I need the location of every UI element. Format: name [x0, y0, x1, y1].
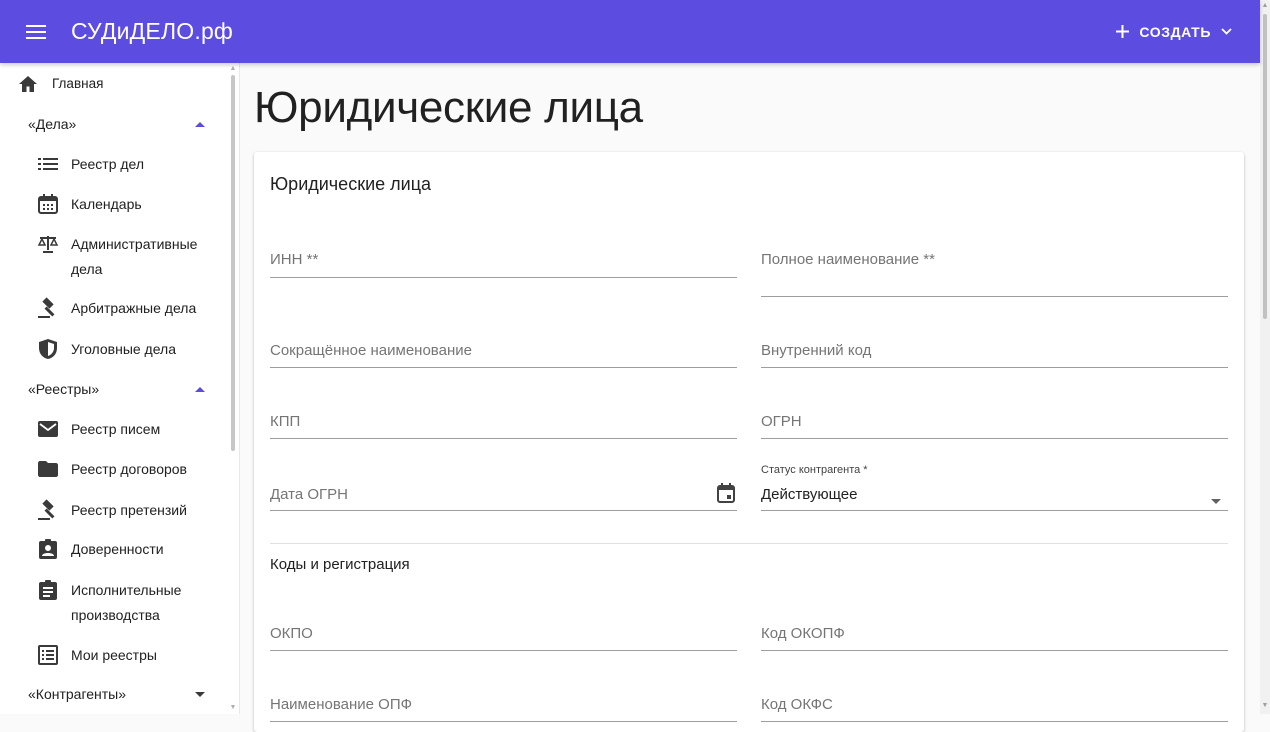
sidebar-group-registries[interactable]: «Реестры» — [0, 369, 228, 409]
sidebar-item-label-line1: Исполнительные — [71, 582, 182, 598]
gavel-icon — [37, 297, 59, 319]
gavel-icon — [37, 499, 59, 521]
sidebar-item-case-registry[interactable]: Реестр дел — [0, 152, 228, 177]
ogrn-date-field[interactable]: Дата ОГРН — [270, 462, 737, 511]
dropdown-arrow-icon[interactable] — [1210, 492, 1222, 510]
sidebar-item-administrative[interactable]: Административные дела — [0, 232, 228, 282]
mail-icon — [37, 418, 59, 440]
okfs-code-placeholder: Код ОКФС — [761, 696, 833, 713]
sidebar-group-label: «Реестры» — [28, 381, 100, 397]
status-label: Статус контрагента * — [761, 464, 868, 476]
badge-icon — [37, 538, 59, 560]
sidebar-group-counterparties[interactable]: «Контрагенты» — [0, 674, 228, 714]
sidebar: Главная «Дела» Реестр дел Календарь Адми… — [0, 63, 240, 714]
opf-name-placeholder: Наименование ОПФ — [270, 696, 413, 713]
sidebar-item-home[interactable]: Главная — [0, 71, 228, 96]
scroll-down-icon[interactable]: ▼ — [1261, 702, 1269, 709]
create-button[interactable]: СОЗДАТЬ — [1116, 24, 1232, 40]
sidebar-item-letters[interactable]: Реестр писем — [0, 417, 228, 442]
sidebar-group-label: «Контрагенты» — [28, 686, 127, 702]
sidebar-item-contracts[interactable]: Реестр договоров — [0, 457, 228, 482]
okopf-code-field[interactable]: Код ОКОПФ — [761, 622, 1228, 651]
folder-icon — [37, 458, 59, 480]
ogrn-date-placeholder: Дата ОГРН — [270, 486, 349, 503]
scroll-down-icon[interactable]: ▼ — [229, 704, 237, 712]
sidebar-item-label: Главная — [52, 76, 104, 91]
ogrn-placeholder: ОГРН — [761, 413, 802, 430]
sidebar-item-label: Уголовные дела — [71, 341, 177, 357]
brand-title[interactable]: СУДиДЕЛО.рф — [71, 18, 233, 45]
home-icon — [17, 73, 39, 95]
list-box-icon — [37, 644, 59, 666]
short-name-field[interactable]: Сокращённое наименование — [270, 339, 737, 368]
kpp-field[interactable]: КПП — [270, 410, 737, 439]
sidebar-item-label: Реестр договоров — [71, 461, 187, 477]
create-button-label: СОЗДАТЬ — [1139, 23, 1211, 40]
main-content: Юридические лица Юридические лица ИНН **… — [240, 63, 1260, 732]
sidebar-item-label: Мои реестры — [71, 647, 157, 663]
full-name-field[interactable]: Полное наименование ** — [761, 248, 1228, 297]
section-divider — [270, 543, 1228, 544]
full-name-placeholder: Полное наименование ** — [761, 251, 935, 268]
okpo-placeholder: ОКПО — [270, 625, 313, 642]
sidebar-item-label: Календарь — [71, 196, 142, 212]
okpo-field[interactable]: ОКПО — [270, 622, 737, 651]
status-value: Действующее — [761, 486, 858, 503]
ogrn-field[interactable]: ОГРН — [761, 410, 1228, 439]
scroll-up-icon[interactable]: ▲ — [1261, 2, 1269, 9]
sidebar-item-label: Доверенности — [71, 541, 164, 557]
sidebar-group-cases[interactable]: «Дела» — [0, 104, 228, 144]
inn-field[interactable]: ИНН ** — [270, 248, 737, 278]
page-title: Юридические лица — [254, 83, 643, 132]
sidebar-group-label: «Дела» — [28, 116, 77, 132]
sidebar-scroll-thumb[interactable] — [231, 75, 235, 451]
calendar-icon — [37, 193, 59, 215]
plus-icon — [1116, 25, 1130, 38]
internal-code-field[interactable]: Внутренний код — [761, 339, 1228, 368]
triangle-down-icon — [195, 692, 205, 697]
scales-icon — [37, 233, 59, 255]
triangle-up-icon — [195, 387, 205, 392]
sidebar-item-label: Арбитражные дела — [71, 300, 197, 316]
sidebar-item-calendar[interactable]: Календарь — [0, 192, 228, 217]
sidebar-item-enforcement[interactable]: Исполнительные производства — [0, 578, 228, 628]
sidebar-scrollbar[interactable]: ▲ ▼ — [229, 65, 237, 712]
sidebar-item-my-registries[interactable]: Мои реестры — [0, 643, 228, 668]
chevron-down-icon — [1221, 28, 1232, 35]
page-scroll-thumb[interactable] — [1263, 14, 1267, 319]
sidebar-item-claims[interactable]: Реестр претензий — [0, 498, 228, 523]
page-scrollbar[interactable]: ▲ ▼ — [1260, 0, 1270, 714]
sidebar-item-label: Реестр дел — [71, 156, 145, 172]
kpp-placeholder: КПП — [270, 413, 301, 430]
okfs-code-field[interactable]: Код ОКФС — [761, 693, 1228, 722]
scroll-up-icon[interactable]: ▲ — [229, 65, 237, 73]
hamburger-icon — [26, 24, 46, 39]
section-title: Коды и регистрация — [270, 556, 410, 573]
sidebar-item-label-line2: дела — [71, 261, 103, 277]
triangle-up-icon — [195, 122, 205, 127]
inn-placeholder: ИНН ** — [270, 251, 319, 268]
okopf-code-placeholder: Код ОКОПФ — [761, 625, 845, 642]
menu-button[interactable] — [14, 10, 58, 54]
shield-icon — [37, 338, 59, 360]
form-card: Юридические лица ИНН ** Полное наименова… — [254, 152, 1244, 732]
sidebar-item-powers-of-attorney[interactable]: Доверенности — [0, 537, 228, 562]
sidebar-item-arbitration[interactable]: Арбитражные дела — [0, 296, 228, 321]
clipboard-icon — [37, 579, 59, 601]
sidebar-item-label: Реестр претензий — [71, 502, 187, 518]
opf-name-field[interactable]: Наименование ОПФ — [270, 693, 737, 722]
sidebar-item-label: Реестр писем — [71, 421, 161, 437]
internal-code-placeholder: Внутренний код — [761, 342, 872, 359]
sidebar-item-label-line1: Административные — [71, 236, 198, 252]
app-bar: СУДиДЕЛО.рф СОЗДАТЬ — [0, 0, 1260, 63]
card-title: Юридические лица — [270, 174, 432, 194]
calendar-icon[interactable] — [717, 483, 735, 508]
short-name-placeholder: Сокращённое наименование — [270, 342, 472, 359]
sidebar-item-label-line2: производства — [71, 607, 160, 623]
sidebar-item-criminal[interactable]: Уголовные дела — [0, 337, 228, 362]
counterparty-status-select[interactable]: Статус контрагента * Действующее — [761, 462, 1228, 511]
list-icon — [37, 153, 59, 175]
